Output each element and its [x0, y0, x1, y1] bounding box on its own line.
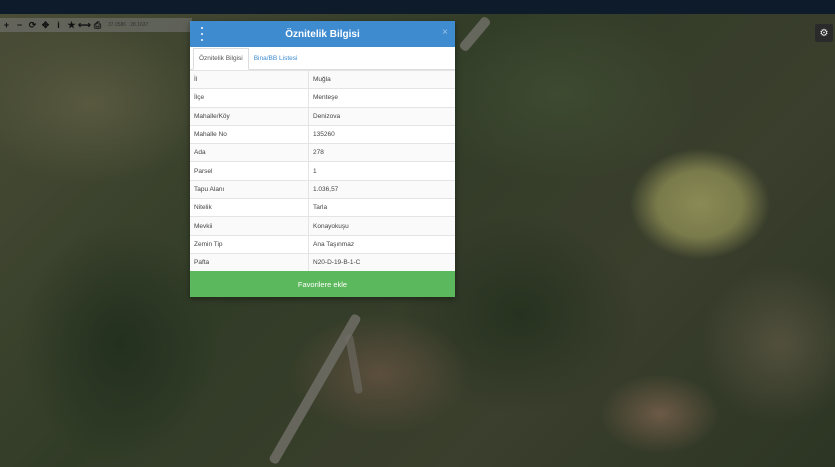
attribute-dialog: Öznitelik Bilgisi × Öznitelik Bilgisi Bi… [190, 21, 455, 297]
table-row: Mahalle/Köy Denizova [190, 106, 455, 126]
tab-building-list[interactable]: Bina/BB Listesi [249, 49, 303, 69]
coordinate-readout: 37.0586 : 28.1637 [108, 22, 149, 28]
table-row: Mahalle No 135260 [190, 124, 455, 144]
attribute-value: Menteşe [308, 88, 455, 108]
table-row: Nitelik Tarla [190, 198, 455, 217]
pan-icon[interactable]: ✥ [39, 18, 52, 32]
attribute-key: Zemin Tip [190, 234, 309, 254]
zoom-out-icon[interactable]: − [13, 18, 26, 32]
table-row: Mevkii Konayokuşu [190, 216, 455, 236]
attribute-value: 1.036,57 [308, 179, 455, 199]
tab-attribute-info[interactable]: Öznitelik Bilgisi [193, 48, 249, 70]
gear-icon: ⚙ [819, 27, 829, 39]
table-row: Tapu Alanı 1.036,57 [190, 179, 455, 199]
star-icon[interactable]: ★ [65, 18, 78, 32]
attribute-key: Mahalle/Köy [190, 106, 309, 126]
attribute-key: Tapu Alanı [190, 179, 309, 199]
attribute-value: Muğla [308, 69, 455, 89]
attribute-key: Mevkii [190, 216, 309, 236]
dialog-header: Öznitelik Bilgisi × [190, 21, 455, 47]
attribute-table: İl Muğla İlçe Menteşe Mahalle/Köy Denizova Mah… [190, 69, 455, 272]
road [458, 15, 492, 53]
map-toolbar: + − ⟳ ✥ i ★ ⟷ ⎙ 37.0586 : 28.1637 [0, 18, 192, 32]
road [344, 333, 364, 395]
print-icon[interactable]: ⎙ [91, 18, 104, 32]
table-row: İl Muğla [190, 69, 455, 89]
attribute-key: Pafta [190, 252, 309, 272]
add-to-favorites-button[interactable]: Favorilere ekle [190, 271, 455, 297]
attribute-value: 278 [308, 143, 455, 162]
top-bar [0, 0, 835, 14]
attribute-key: Ada [190, 143, 309, 162]
attribute-value: N20-D-19-B-1-C [308, 252, 455, 272]
settings-button[interactable]: ⚙ [815, 24, 833, 42]
dialog-title: Öznitelik Bilgisi [285, 28, 360, 40]
measure-icon[interactable]: ⟷ [78, 18, 91, 32]
refresh-icon[interactable]: ⟳ [26, 18, 39, 32]
attribute-key: İlçe [190, 88, 309, 108]
table-row: Parsel 1 [190, 161, 455, 181]
attribute-value: 135260 [308, 124, 455, 144]
table-row: Zemin Tip Ana Taşınmaz [190, 234, 455, 254]
table-row: Ada 278 [190, 143, 455, 162]
close-icon[interactable]: × [442, 27, 448, 38]
attribute-key: Nitelik [190, 198, 309, 217]
info-icon[interactable]: i [52, 18, 65, 32]
tab-bar: Öznitelik Bilgisi Bina/BB Listesi [190, 47, 455, 70]
menu-icon[interactable] [200, 27, 204, 41]
attribute-key: Parsel [190, 161, 309, 181]
table-row: Pafta N20-D-19-B-1-C [190, 252, 455, 272]
attribute-value: Tarla [308, 198, 455, 217]
table-row: İlçe Menteşe [190, 88, 455, 108]
zoom-in-icon[interactable]: + [0, 18, 13, 32]
attribute-value: 1 [308, 161, 455, 181]
attribute-key: Mahalle No [190, 124, 309, 144]
attribute-key: İl [190, 69, 309, 89]
attribute-value: Ana Taşınmaz [308, 234, 455, 254]
attribute-value: Denizova [308, 106, 455, 126]
attribute-value: Konayokuşu [308, 216, 455, 236]
